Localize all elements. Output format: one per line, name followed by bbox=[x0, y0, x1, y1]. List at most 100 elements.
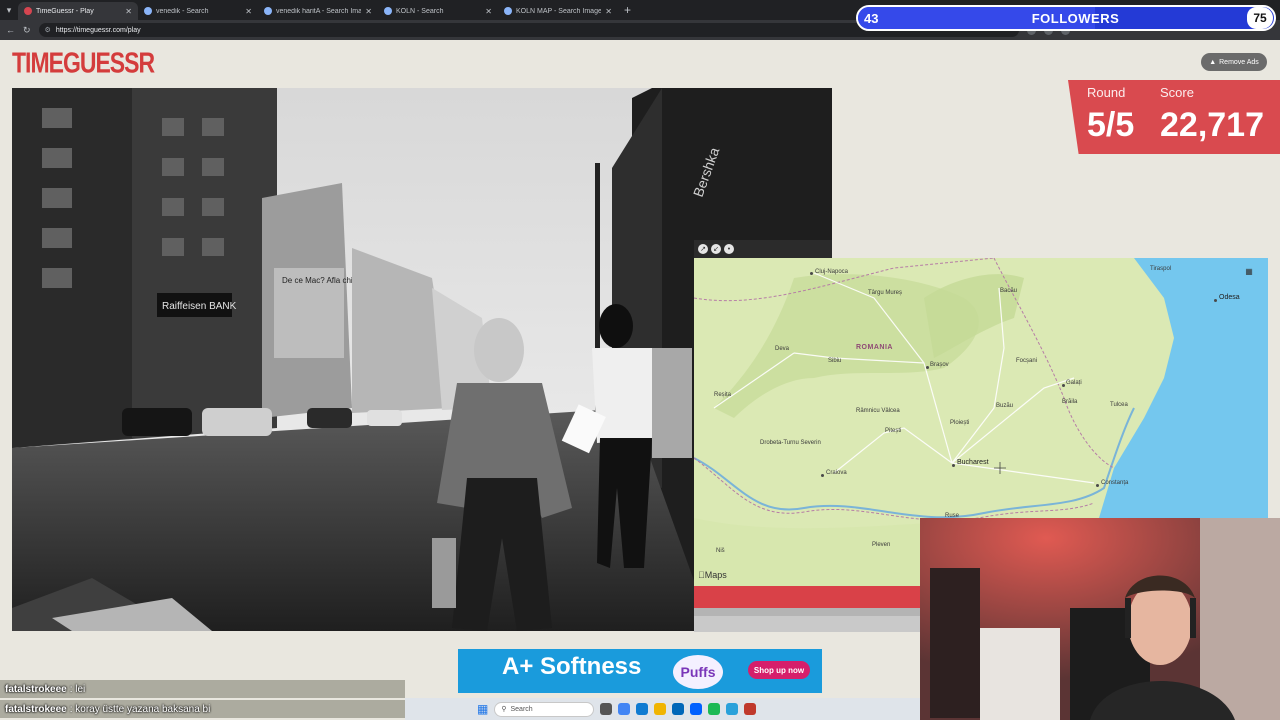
map-city-label: Constanța bbox=[1101, 480, 1129, 486]
ad-brand-logo: Puffs bbox=[673, 655, 723, 689]
taskbar-search-input[interactable]: ⚲ Search bbox=[494, 701, 595, 717]
remove-ads-label: Remove Ads bbox=[1219, 58, 1259, 66]
round-score-panel: Round Score 5/5 22,717 bbox=[1068, 80, 1280, 154]
new-tab-icon[interactable]: + bbox=[624, 3, 631, 17]
spotify-icon[interactable] bbox=[708, 703, 721, 715]
city-dot bbox=[926, 366, 929, 369]
close-tab-icon[interactable]: ✕ bbox=[245, 7, 252, 16]
search-icon: ⚲ bbox=[501, 706, 507, 713]
tab-venedik-images[interactable]: venedik haritA - Search Images ✕ bbox=[258, 2, 378, 20]
guess-button[interactable] bbox=[694, 586, 920, 608]
tab-label: venedik haritA - Search Images bbox=[276, 7, 362, 15]
tab-timeguessr[interactable]: TimeGuessr - Play ✕ bbox=[18, 2, 138, 20]
tab-label: venedik - Search bbox=[156, 7, 209, 15]
map-city-label: Buzău bbox=[996, 403, 1014, 409]
map-city-label: Ploiești bbox=[950, 420, 970, 426]
round-label: Round bbox=[1087, 85, 1126, 100]
ad-cta-button[interactable]: Shop up now bbox=[748, 661, 810, 679]
search-favicon-icon bbox=[504, 7, 512, 15]
map-pin-icon[interactable]: • bbox=[724, 244, 734, 254]
map-size-up-icon[interactable]: ↗ bbox=[698, 244, 708, 254]
file-explorer-icon[interactable] bbox=[654, 703, 667, 715]
city-dot bbox=[1062, 384, 1065, 387]
search-favicon-icon bbox=[384, 7, 392, 15]
close-tab-icon[interactable]: ✕ bbox=[605, 7, 612, 16]
followers-current: 43 bbox=[864, 10, 879, 26]
search-favicon-icon bbox=[144, 7, 152, 15]
close-tab-icon[interactable]: ✕ bbox=[485, 7, 492, 16]
map-city-label: Galați bbox=[1066, 380, 1082, 386]
followers-goal-bar: 43 FOLLOWERS 75 bbox=[856, 5, 1276, 31]
round-value: 5/5 bbox=[1087, 106, 1135, 144]
store-icon[interactable] bbox=[672, 703, 685, 715]
tab-label: TimeGuessr - Play bbox=[36, 7, 94, 15]
advertisement-banner[interactable]: A+ Softness Puffs Shop up now bbox=[458, 649, 822, 693]
streamer-webcam bbox=[920, 518, 1280, 720]
map-city-label: Craiova bbox=[826, 470, 847, 476]
tab-koln-search[interactable]: KOLN - Search ✕ bbox=[378, 2, 498, 20]
tab-venedik-search[interactable]: venedik - Search ✕ bbox=[138, 2, 258, 20]
telegram-icon[interactable] bbox=[726, 703, 739, 715]
close-tab-icon[interactable]: ✕ bbox=[365, 7, 372, 16]
score-label: Score bbox=[1160, 85, 1194, 100]
city-dot bbox=[952, 464, 955, 467]
map-footer-strip bbox=[694, 608, 920, 616]
tab-search-icon[interactable]: ▾ bbox=[0, 0, 18, 20]
map-country-label: ROMANIA bbox=[856, 344, 893, 351]
taskbar-search-placeholder: Search bbox=[510, 705, 533, 713]
map-city-label: Bucharest bbox=[957, 459, 989, 466]
remove-ads-button[interactable]: ▲ Remove Ads bbox=[1201, 53, 1267, 71]
chat-username: fatalstrokeee bbox=[5, 683, 67, 695]
cart-icon: ▲ bbox=[1209, 58, 1217, 66]
map-city-label: Niš bbox=[716, 548, 725, 554]
tab-koln-map[interactable]: KOLN MAP - Search Images ✕ bbox=[498, 2, 618, 20]
stream-chat: fatalstrokeee : lei fatalstrokeee : kora… bbox=[0, 680, 405, 720]
city-dot bbox=[1096, 484, 1099, 487]
tab-label: KOLN - Search bbox=[396, 7, 444, 15]
ad-headline: A+ Softness bbox=[502, 653, 642, 680]
followers-goal: 75 bbox=[1247, 7, 1273, 29]
task-view-icon[interactable] bbox=[600, 703, 613, 715]
map-city-label: Odesa bbox=[1219, 294, 1240, 301]
chat-text: : koray üstte yazana baksana bi bbox=[69, 703, 211, 715]
map-city-label: Brașov bbox=[930, 362, 949, 368]
map-size-down-icon[interactable]: ↙ bbox=[711, 244, 721, 254]
dropbox-icon[interactable] bbox=[690, 703, 703, 715]
map-city-label: Brăila bbox=[1062, 399, 1078, 405]
map-city-label: Cluj-Napoca bbox=[815, 269, 849, 275]
map-city-label: Pleven bbox=[872, 542, 891, 548]
followers-title: FOLLOWERS bbox=[1031, 10, 1120, 26]
chat-text: : lei bbox=[69, 683, 86, 695]
back-icon[interactable]: ← bbox=[6, 25, 15, 35]
site-info-icon[interactable]: ⚙ bbox=[45, 26, 51, 34]
city-dot bbox=[810, 272, 813, 275]
map-city-label: Deva bbox=[775, 346, 790, 352]
screen: ▾ TimeGuessr - Play ✕ venedik - Search ✕… bbox=[0, 0, 1280, 720]
map-city-label: Bacău bbox=[1000, 288, 1018, 294]
close-tab-icon[interactable]: ✕ bbox=[125, 7, 132, 16]
url-text: https://timeguessr.com/play bbox=[55, 26, 141, 34]
timeguessr-logo[interactable]: TIMEGUESSR bbox=[12, 46, 155, 80]
bank-sign: Raiffeisen BANK bbox=[162, 301, 237, 312]
map-city-label: Focșani bbox=[1016, 358, 1038, 364]
map-city-label: Drobeta-Turnu Severin bbox=[760, 440, 821, 446]
chrome-icon[interactable] bbox=[618, 703, 631, 715]
chat-message: fatalstrokeee : koray üstte yazana baksa… bbox=[0, 700, 405, 718]
map-city-label: Tiraspol bbox=[1150, 266, 1172, 272]
map-city-label: Târgu Mureș bbox=[868, 290, 903, 296]
map-city-label: Tulcea bbox=[1110, 402, 1128, 408]
map-city-label: Reșița bbox=[714, 392, 732, 398]
map-city-label: Pitești bbox=[885, 428, 902, 434]
map-toolbar: ↗ ↙ • bbox=[694, 240, 832, 258]
score-value: 22,717 bbox=[1160, 106, 1264, 144]
city-dot bbox=[821, 474, 824, 477]
windows-taskbar: ▦ ⚲ Search bbox=[405, 698, 920, 720]
obs-icon[interactable] bbox=[744, 703, 757, 715]
reload-icon[interactable]: ↻ bbox=[23, 25, 31, 36]
chat-message: fatalstrokeee : lei bbox=[0, 680, 405, 698]
map-city-label: Sibiu bbox=[828, 358, 842, 364]
windows-start-icon[interactable]: ▦ bbox=[477, 702, 488, 716]
edge-icon[interactable] bbox=[636, 703, 649, 715]
map-footer-strip bbox=[694, 616, 920, 632]
map-layers-icon[interactable]: ▦ bbox=[1242, 264, 1256, 278]
